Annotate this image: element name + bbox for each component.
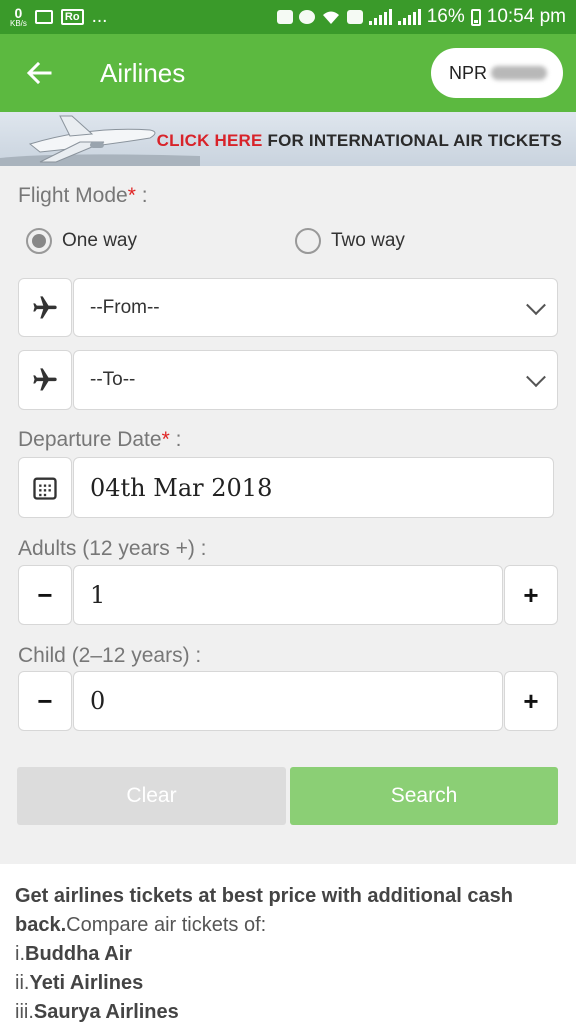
adults-increment-button[interactable]: + — [504, 565, 558, 625]
chevron-down-icon — [526, 367, 546, 388]
plus-icon: + — [523, 579, 539, 610]
signal-2-icon — [397, 9, 421, 25]
info-lead-rest: Compare air tickets of: — [66, 914, 267, 936]
minus-icon: − — [37, 579, 53, 610]
wifi-icon — [322, 11, 339, 24]
adults-count-value: 1 — [90, 581, 106, 609]
network-speed-unit: KB/s — [10, 18, 27, 28]
radio-one-way[interactable]: One way — [26, 228, 137, 254]
radio-one-way-label: One way — [62, 230, 137, 251]
airline-list-item: ii.Yeti Airlines — [15, 969, 561, 998]
flight-mode-label: Flight Mode* : — [18, 184, 148, 208]
battery-percent: 16% — [426, 6, 465, 27]
label-colon: : — [135, 184, 148, 207]
plus-icon: + — [523, 685, 539, 716]
page-title: Airlines — [100, 57, 186, 88]
calendar-icon — [33, 477, 57, 500]
departure-date-value: 04th Mar 2018 — [90, 473, 273, 502]
flight-mode-radio-group: One way Two way — [0, 228, 576, 258]
ro-notification-badge: Ro — [60, 9, 84, 25]
adults-decrement-button[interactable]: − — [18, 565, 72, 625]
banner-text: CLICK HERE FOR INTERNATIONAL AIR TICKETS — [157, 131, 562, 151]
hidden-balance — [491, 66, 548, 80]
gallery-notification-icon — [34, 10, 53, 24]
app-bar: Airlines NPR — [0, 34, 576, 112]
child-count-input[interactable]: 0 — [73, 671, 503, 731]
airplane-icon — [33, 295, 57, 318]
clock: 10:54 pm — [486, 6, 566, 27]
radio-two-way-label: Two way — [331, 230, 405, 251]
banner-click-here: CLICK HERE — [156, 131, 263, 150]
network-speed-value: 0 — [14, 5, 23, 22]
chevron-down-icon — [526, 294, 546, 315]
list-prefix: iii. — [15, 1001, 34, 1023]
departure-date-label: Departure Date* : — [18, 428, 181, 452]
signal-icon — [368, 9, 392, 25]
network-speed: 0 KB/s — [10, 5, 27, 28]
label-colon: : — [169, 428, 182, 451]
calendar-icon-box[interactable] — [18, 457, 72, 518]
radio-unchecked-icon — [295, 228, 321, 254]
call-icon — [346, 10, 363, 24]
alarm-icon — [298, 10, 315, 24]
departure-date-input[interactable]: 04th Mar 2018 — [73, 457, 554, 518]
airline-name: Buddha Air — [25, 943, 133, 965]
search-button[interactable]: Search — [290, 767, 558, 825]
child-increment-button[interactable]: + — [504, 671, 558, 731]
to-airplane-icon-box — [18, 350, 72, 410]
info-lead: Get airlines tickets at best price with … — [15, 882, 561, 940]
international-tickets-banner[interactable]: CLICK HERE FOR INTERNATIONAL AIR TICKETS — [0, 112, 576, 166]
airline-list-item: iii.Saurya Airlines — [15, 998, 561, 1024]
minus-icon: − — [37, 685, 53, 716]
child-decrement-button[interactable]: − — [18, 671, 72, 731]
arrow-left-icon — [26, 62, 52, 84]
from-airplane-icon-box — [18, 278, 72, 337]
radio-two-way[interactable]: Two way — [295, 228, 405, 254]
required-mark: * — [127, 184, 136, 207]
to-select[interactable]: --To-- — [73, 350, 558, 410]
currency-label: NPR — [449, 62, 488, 83]
list-prefix: ii. — [15, 972, 30, 994]
from-select[interactable]: --From-- — [73, 278, 558, 337]
clear-button[interactable]: Clear — [17, 767, 286, 825]
adults-label: Adults (12 years +) : — [18, 537, 207, 560]
flight-mode-label-text: Flight Mode — [18, 184, 128, 207]
airline-name: Saurya Airlines — [33, 1001, 179, 1023]
status-bar: 0 KB/s Ro ... 16% 10:54 pm — [0, 0, 576, 34]
more-notifications: ... — [91, 6, 108, 27]
child-count-value: 0 — [90, 687, 106, 715]
airline-list-item: i.Buddha Air — [15, 940, 561, 969]
balance-pill[interactable]: NPR — [431, 48, 563, 98]
mute-icon — [276, 10, 293, 24]
from-select-value: --From-- — [90, 296, 160, 318]
departure-date-label-text: Departure Date — [18, 428, 162, 451]
child-label: Child (2–12 years) : — [18, 644, 202, 667]
battery-icon — [470, 8, 481, 26]
airline-name: Yeti Airlines — [29, 972, 144, 994]
required-mark: * — [161, 428, 170, 451]
to-select-value: --To-- — [90, 369, 136, 390]
info-section: Get airlines tickets at best price with … — [0, 864, 576, 1024]
adults-count-input[interactable]: 1 — [73, 565, 503, 625]
back-button[interactable] — [0, 34, 78, 112]
banner-rest: FOR INTERNATIONAL AIR TICKETS — [267, 131, 562, 150]
list-prefix: i. — [15, 943, 25, 965]
airplane-icon — [33, 368, 57, 391]
radio-checked-icon — [26, 228, 52, 254]
